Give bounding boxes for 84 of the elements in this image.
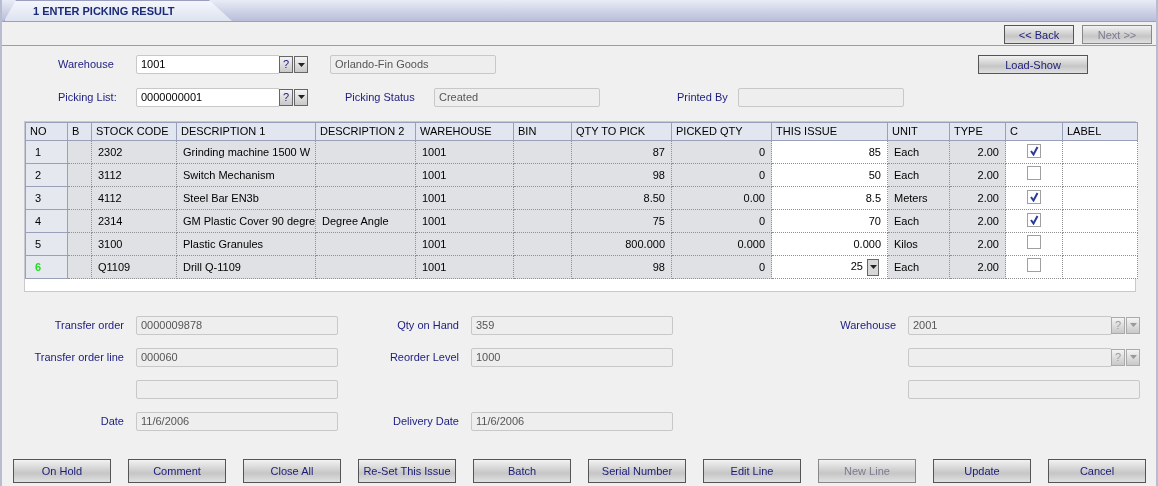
input-field[interactable]: 0000000001 — [136, 87, 280, 107]
column-header[interactable]: STOCK CODE — [91, 122, 177, 141]
column-header[interactable]: PICKED QTY — [671, 122, 772, 141]
column-header[interactable]: TYPE — [949, 122, 1006, 141]
input-field[interactable]: 359 — [471, 315, 673, 335]
table-cell[interactable]: 8.5 — [865, 191, 881, 204]
input-field[interactable]: 000060 — [136, 347, 338, 367]
field-label: Transfer order line — [33, 349, 125, 365]
field-label: Transfer order — [53, 317, 125, 333]
input-field[interactable]: 0000009878 — [136, 315, 338, 335]
row-number[interactable]: 1 — [25, 140, 68, 164]
field-label: Delivery Date — [391, 413, 460, 429]
input-field[interactable] — [136, 379, 338, 399]
load-show-button[interactable]: Load-Show — [978, 55, 1088, 74]
caret-icon — [1129, 355, 1137, 359]
dropdown-button[interactable] — [294, 56, 308, 73]
action-button[interactable]: Close All — [243, 459, 341, 483]
row-number[interactable]: 2 — [25, 163, 68, 187]
table-cell: Plastic Granules — [176, 232, 316, 256]
help-button[interactable]: ? — [279, 56, 293, 73]
back-button[interactable]: << Back — [1004, 25, 1074, 44]
action-button[interactable]: On Hold — [13, 459, 111, 483]
field-label: Qty on Hand — [396, 317, 460, 333]
checkbox[interactable] — [1027, 212, 1041, 227]
input-field[interactable]: 1001 — [136, 55, 280, 74]
caret-icon — [1129, 323, 1137, 327]
dropdown-button[interactable] — [867, 258, 879, 276]
caret-icon — [297, 95, 305, 99]
column-header[interactable]: DESCRIPTION 2 — [315, 122, 416, 141]
checkbox[interactable] — [1027, 234, 1041, 249]
input-field[interactable]: Created — [434, 87, 600, 107]
table-cell[interactable]: 50 — [868, 168, 881, 181]
action-button[interactable]: Serial Number — [588, 459, 686, 483]
input-field[interactable] — [908, 347, 1112, 367]
action-button[interactable]: Batch — [473, 459, 571, 483]
table-cell[interactable]: 0.000 — [853, 237, 881, 250]
input-field[interactable] — [738, 87, 904, 107]
column-header[interactable]: B — [67, 122, 92, 141]
checkbox[interactable] — [1027, 143, 1041, 158]
column-header[interactable]: C — [1005, 122, 1063, 141]
field-label: Warehouse — [58, 57, 115, 73]
dropdown-button[interactable] — [294, 88, 308, 106]
checkbox[interactable] — [1027, 165, 1041, 180]
action-button[interactable]: Cancel — [1048, 459, 1146, 483]
field-label: Warehouse — [839, 317, 897, 333]
action-button[interactable]: Comment — [128, 459, 226, 483]
column-header[interactable]: NO — [25, 122, 68, 141]
action-button[interactable]: Update — [933, 459, 1031, 483]
column-header[interactable]: DESCRIPTION 1 — [176, 122, 316, 141]
field-label: Picking Status — [345, 89, 416, 105]
table-cell: GM Plastic Cover 90 degre — [176, 209, 316, 233]
field-label: Picking List: — [58, 89, 118, 105]
help-button[interactable]: ? — [279, 88, 293, 106]
table-cell: Switch Mechanism — [176, 163, 316, 187]
table-cell[interactable]: 85 — [868, 145, 881, 158]
row-number[interactable]: 5 — [25, 232, 68, 256]
table-cell: Steel Bar EN3b — [176, 186, 316, 210]
table-cell: Grinding machine 1500 W — [176, 140, 316, 164]
column-header[interactable]: UNIT — [887, 122, 950, 141]
field-label: Printed By — [677, 89, 729, 105]
checkbox[interactable] — [1027, 257, 1041, 272]
checkbox[interactable] — [1027, 189, 1041, 204]
action-button[interactable]: Re-Set This Issue — [358, 459, 456, 483]
table-cell: Drill Q-1109 — [176, 255, 316, 279]
column-header[interactable]: LABEL — [1062, 122, 1138, 141]
row-number[interactable]: 4 — [25, 209, 68, 233]
input-field[interactable] — [908, 379, 1140, 399]
column-header[interactable]: WAREHOUSE — [415, 122, 514, 141]
field-label: Date — [99, 413, 125, 429]
action-button[interactable]: Edit Line — [703, 459, 801, 483]
input-field[interactable]: 2001 — [908, 315, 1112, 335]
input-field[interactable]: 1000 — [471, 347, 673, 367]
input-field[interactable]: 11/6/2006 — [136, 411, 338, 431]
table-cell[interactable]: 70 — [868, 214, 881, 227]
caret-icon — [297, 62, 305, 67]
column-header[interactable]: THIS ISSUE — [771, 122, 888, 141]
column-header[interactable]: QTY TO PICK — [571, 122, 672, 141]
column-header[interactable]: BIN — [513, 122, 572, 141]
table-cell[interactable]: 25 — [850, 260, 863, 273]
field-label: Reorder Level — [388, 349, 460, 365]
input-field[interactable]: 11/6/2006 — [471, 411, 673, 431]
caret-icon — [869, 265, 877, 270]
row-number[interactable]: 3 — [25, 186, 68, 210]
input-field[interactable]: Orlando-Fin Goods — [330, 55, 496, 74]
